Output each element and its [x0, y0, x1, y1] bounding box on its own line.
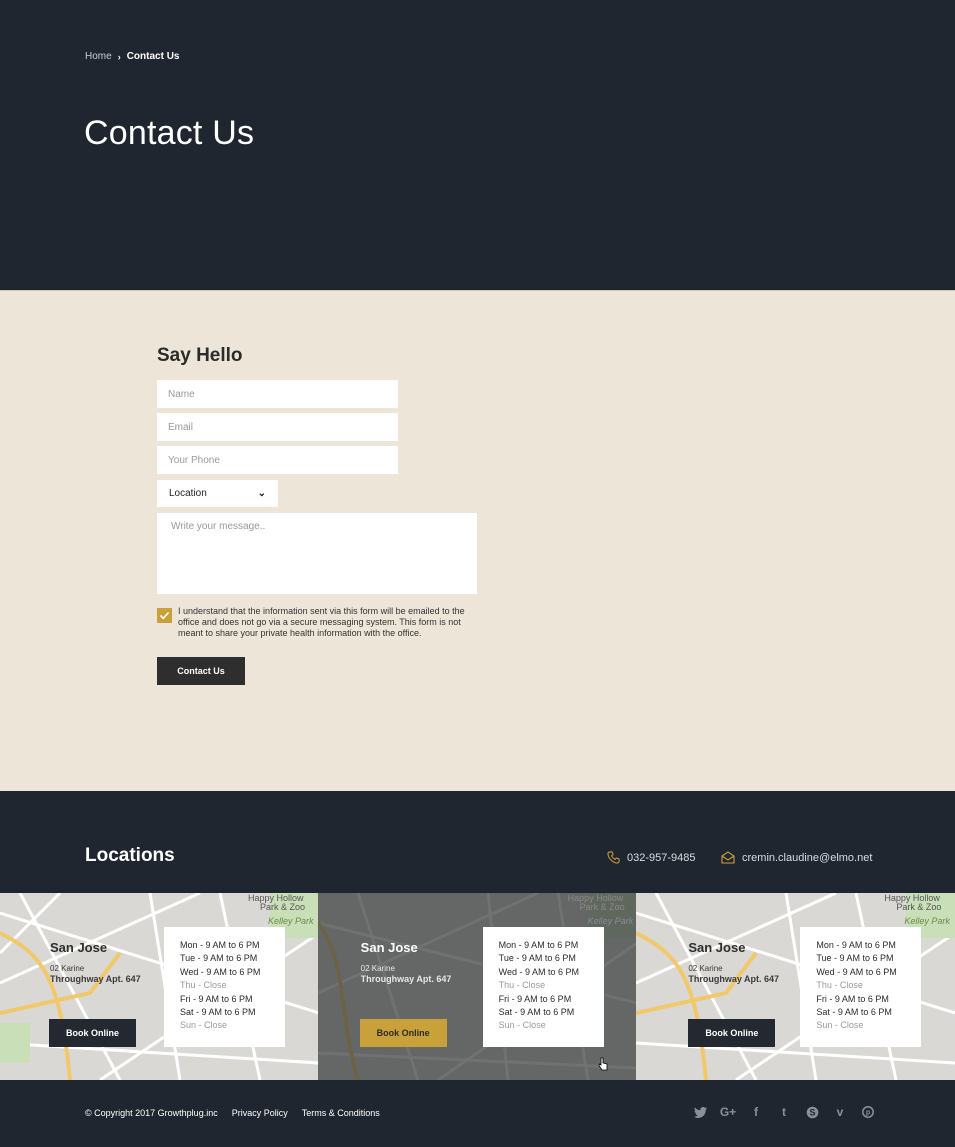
chevron-down-icon: ⌄ — [257, 488, 266, 499]
hours-row: Thu - Close — [816, 980, 863, 991]
location-select-value: Location — [169, 488, 207, 499]
hours-row: Sat - 9 AM to 6 PM — [498, 1007, 575, 1018]
opening-hours: Mon - 9 AM to 6 PM Tue - 9 AM to 6 PM We… — [164, 927, 285, 1047]
breadcrumb-home-link[interactable]: Home — [85, 51, 112, 62]
location-cards: Happy Hollow Park & Zoo Kelley Park San … — [0, 893, 955, 1080]
address-line-1: 02 Karine — [50, 964, 85, 973]
hand-cursor-icon — [598, 1057, 608, 1071]
address-line-1: 02 Karine — [360, 964, 395, 973]
hours-row: Thu - Close — [498, 980, 546, 991]
name-input[interactable] — [157, 380, 398, 408]
contact-submit-button[interactable]: Contact Us — [157, 657, 245, 685]
book-online-button[interactable]: Book Online — [49, 1019, 136, 1047]
location-card: Happy Hollow Park & Zoo Kelley Park San … — [317, 893, 637, 1080]
social-links: G+ f t S v p — [693, 1105, 875, 1119]
map-label: Kelley Park — [904, 916, 950, 926]
contact-section: Say Hello Location ⌄ I understand that t… — [0, 290, 955, 791]
page-header: Home › Contact Us Contact Us — [0, 0, 955, 290]
location-city: San Jose — [50, 940, 108, 955]
map-label: Kelley Park — [268, 916, 314, 926]
location-card: Happy Hollow Park & Zoo Kelley Park San … — [636, 893, 955, 1080]
book-online-button[interactable]: Book Online — [688, 1019, 776, 1047]
map-label: Park & Zoo — [260, 902, 306, 912]
phone-number: 032-957-9485 — [627, 851, 696, 864]
message-textarea[interactable] — [157, 513, 477, 594]
phone-input[interactable] — [157, 446, 398, 474]
google-plus-icon[interactable]: G+ — [720, 1105, 736, 1119]
phone-info[interactable]: 032-957-9485 — [607, 851, 696, 864]
hours-row: Tue - 9 AM to 6 PM — [180, 953, 258, 964]
form-heading: Say Hello — [157, 345, 243, 366]
address-line-2: Throughway Apt. 647 — [50, 974, 141, 984]
hours-row: Fri - 9 AM to 6 PM — [180, 993, 253, 1004]
check-icon — [159, 611, 170, 620]
breadcrumb-current: Contact Us — [126, 51, 180, 62]
hours-row: Tue - 9 AM to 6 PM — [816, 953, 894, 964]
locations-title: Locations — [85, 845, 175, 866]
book-online-button[interactable]: Book Online — [359, 1019, 447, 1047]
consent-text: I understand that the information sent v… — [178, 606, 465, 638]
hours-row: Fri - 9 AM to 6 PM — [816, 993, 889, 1004]
map-label: Park & Zoo — [896, 902, 942, 912]
map-label: Kelley Park — [587, 916, 634, 926]
terms-link[interactable]: Terms & Conditions — [302, 1108, 380, 1118]
tumblr-icon[interactable]: t — [777, 1105, 791, 1119]
location-city: San Jose — [688, 940, 746, 955]
hours-row: Thu - Close — [180, 980, 227, 991]
address-line-2: Throughway Apt. 647 — [688, 974, 780, 984]
hours-row: Wed - 9 AM to 6 PM — [816, 966, 897, 977]
locations-section: Locations 032-957-9485 cremin.claudine@e… — [0, 791, 955, 893]
opening-hours: Mon - 9 AM to 6 PM Tue - 9 AM to 6 PM We… — [800, 927, 922, 1047]
pinterest-icon[interactable]: p — [861, 1105, 875, 1119]
breadcrumb: Home › Contact Us — [85, 51, 179, 62]
address-line-1: 02 Karine — [688, 964, 723, 973]
email-info[interactable]: cremin.claudine@elmo.net — [721, 851, 872, 864]
location-select[interactable]: Location ⌄ — [157, 480, 278, 507]
hours-row: Sun - Close — [498, 1020, 546, 1031]
hours-row: Mon - 9 AM to 6 PM — [180, 940, 260, 950]
hours-row: Sun - Close — [816, 1020, 864, 1031]
consent-row: I understand that the information sent v… — [157, 606, 479, 639]
hours-row: Sat - 9 AM to 6 PM — [816, 1007, 892, 1018]
hours-row: Mon - 9 AM to 6 PM — [498, 940, 579, 950]
hours-row: Fri - 9 AM to 6 PM — [498, 993, 572, 1004]
location-address: 02 Karine Throughway Apt. 647 — [688, 963, 779, 985]
envelope-icon — [721, 851, 735, 864]
hours-row: Wed - 9 AM to 6 PM — [498, 966, 580, 977]
facebook-icon[interactable]: f — [749, 1105, 763, 1119]
email-input[interactable] — [157, 413, 398, 441]
phone-icon — [607, 851, 620, 864]
privacy-policy-link[interactable]: Privacy Policy — [232, 1108, 288, 1118]
map-label: Park & Zoo — [579, 902, 625, 912]
skype-icon[interactable]: S — [805, 1105, 819, 1119]
hours-row: Tue - 9 AM to 6 PM — [498, 953, 576, 964]
svg-text:S: S — [809, 1107, 815, 1117]
footer: © Copyright 2017 Growthplug.inc Privacy … — [0, 1080, 955, 1147]
copyright-text: © Copyright 2017 Growthplug.inc — [85, 1108, 218, 1118]
opening-hours: Mon - 9 AM to 6 PM Tue - 9 AM to 6 PM We… — [482, 927, 604, 1047]
address-line-2: Throughway Apt. 647 — [360, 974, 452, 984]
hours-row: Sat - 9 AM to 6 PM — [180, 1007, 256, 1018]
twitter-icon[interactable] — [693, 1105, 707, 1119]
chevron-right-icon: › — [117, 51, 121, 62]
footer-links: © Copyright 2017 Growthplug.inc Privacy … — [85, 1108, 380, 1118]
hours-row: Wed - 9 AM to 6 PM — [180, 966, 261, 977]
email-address: cremin.claudine@elmo.net — [742, 851, 873, 864]
hours-row: Sun - Close — [180, 1020, 228, 1031]
page-title: Contact Us — [84, 114, 255, 152]
location-card: Happy Hollow Park & Zoo Kelley Park San … — [0, 893, 318, 1080]
location-city: San Jose — [360, 940, 418, 955]
consent-checkbox[interactable] — [157, 608, 172, 623]
vimeo-icon[interactable]: v — [833, 1105, 847, 1119]
svg-text:p: p — [866, 1110, 870, 1117]
hours-row: Mon - 9 AM to 6 PM — [816, 940, 896, 950]
location-address: 02 Karine Throughway Apt. 647 — [361, 963, 452, 985]
location-address: 02 Karine Throughway Apt. 647 — [50, 963, 141, 985]
